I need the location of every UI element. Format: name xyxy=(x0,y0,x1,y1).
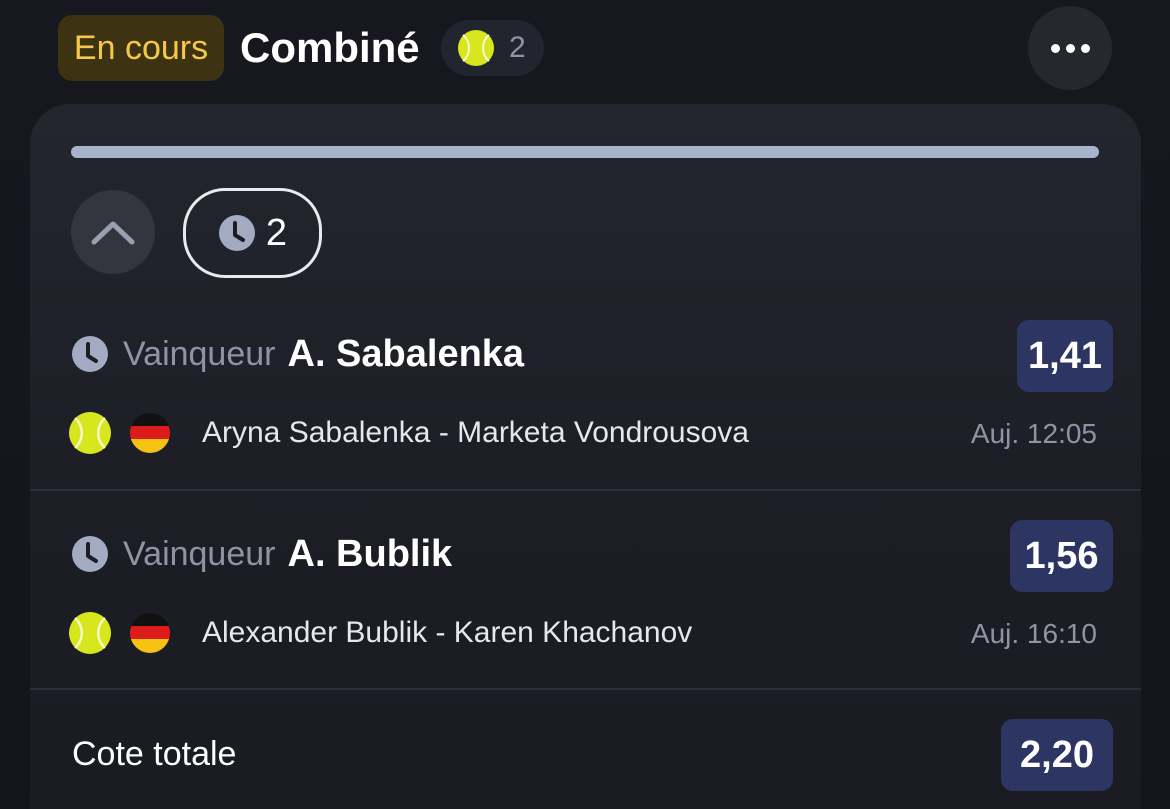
event-name: Alexander Bublik - Karen Khachanov xyxy=(202,616,693,649)
clock-icon xyxy=(72,536,108,572)
bet-progress-bar xyxy=(71,146,1099,158)
chevron-up-icon xyxy=(91,221,135,245)
selection-market: Vainqueur A. Sabalenka xyxy=(71,332,524,376)
selection-event: Aryna Sabalenka - Marketa Vondrousova xyxy=(68,410,749,456)
bet-detail-screen: En cours Combiné 2 2 Vainqueur A. Sabale… xyxy=(0,0,1170,809)
tennis-ball-icon xyxy=(69,612,111,654)
event-name: Aryna Sabalenka - Marketa Vondrousova xyxy=(202,416,749,449)
germany-flag-icon xyxy=(130,613,170,653)
market-label: Vainqueur xyxy=(123,334,276,373)
bet-header: En cours Combiné 2 xyxy=(0,0,1170,100)
collapse-button[interactable] xyxy=(71,190,155,274)
more-horizontal-icon xyxy=(1050,43,1060,53)
sport-count-badge: 2 xyxy=(441,20,544,76)
selection-event: Alexander Bublik - Karen Khachanov xyxy=(68,610,692,656)
germany-flag-icon xyxy=(130,413,170,453)
event-time: Auj. 16:10 xyxy=(970,618,1097,649)
total-odds-label: Cote totale xyxy=(72,735,237,773)
divider xyxy=(30,489,1141,491)
selection-count: 2 xyxy=(509,31,526,64)
status-label: En cours xyxy=(73,28,209,67)
page-title: Combiné xyxy=(240,24,420,71)
event-time: Auj. 12:05 xyxy=(970,418,1097,449)
status-badge: En cours xyxy=(58,15,224,81)
tennis-ball-icon xyxy=(458,30,494,66)
more-dot xyxy=(1080,43,1090,53)
clock-icon xyxy=(218,215,255,251)
pick-label: A. Sabalenka xyxy=(287,332,525,375)
market-label: Vainqueur xyxy=(123,534,276,573)
total-odds-row: Cote totale 2,20 xyxy=(30,719,1141,809)
total-odds-badge: 2,20 xyxy=(1001,719,1113,791)
pick-label: A. Bublik xyxy=(287,532,453,575)
clock-icon xyxy=(72,336,108,372)
bet-card: 2 Vainqueur A. Sabalenka 1,41 Aryna Saba… xyxy=(30,104,1141,809)
selection-market: Vainqueur A. Bublik xyxy=(71,532,452,576)
odds-badge: 1,41 xyxy=(1017,320,1113,392)
odds-badge: 1,56 xyxy=(1010,520,1113,592)
pending-filter-chip[interactable]: 2 xyxy=(183,188,322,278)
divider xyxy=(30,688,1141,690)
more-options-button[interactable] xyxy=(1028,6,1112,90)
pending-count: 2 xyxy=(265,211,288,254)
tennis-ball-icon xyxy=(69,412,111,454)
more-dot xyxy=(1065,43,1075,53)
